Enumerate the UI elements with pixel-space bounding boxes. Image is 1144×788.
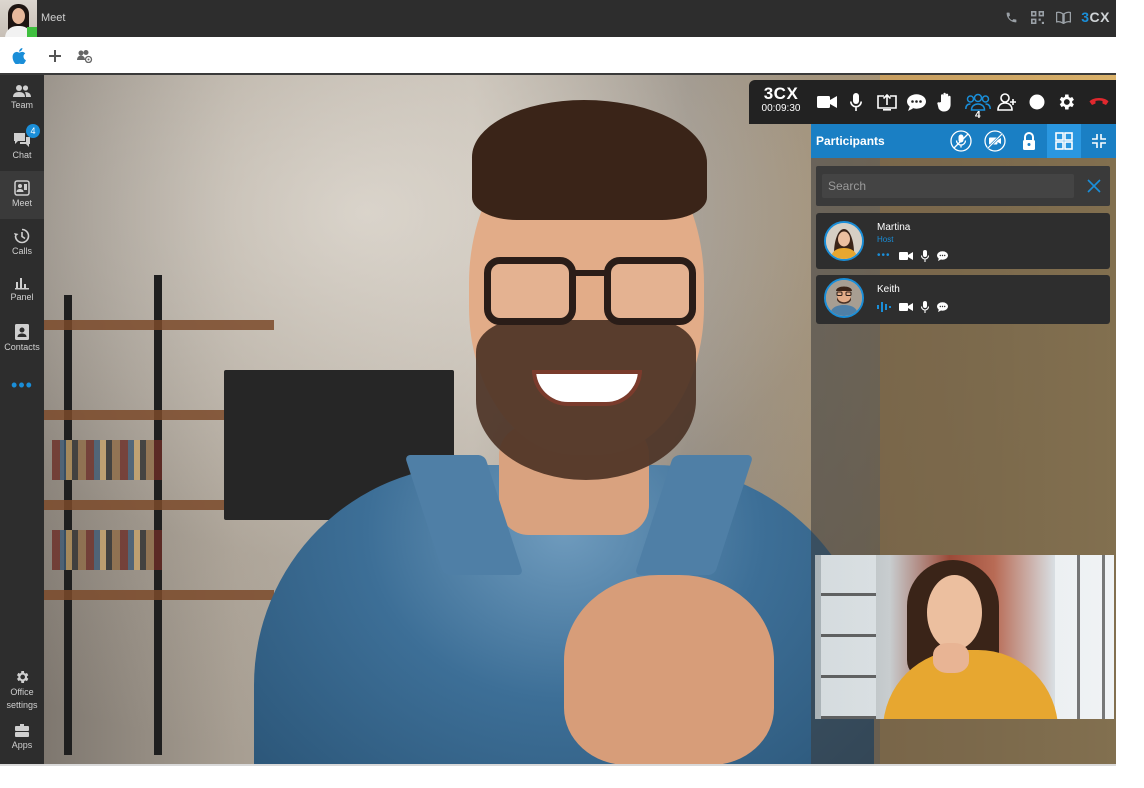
grid-view-icon (1055, 132, 1073, 150)
meeting-logo: 3CX 00:09:30 (759, 85, 803, 115)
chat-bubble-icon[interactable] (937, 302, 948, 312)
app-window: Meet 3CX Team 4 Chat Meet Calls Panel Co… (0, 0, 1116, 764)
microphone-icon (850, 93, 862, 111)
camera-icon (817, 96, 837, 108)
participant-avatar (824, 221, 864, 261)
participant-count: 4 (975, 110, 981, 121)
camera-icon[interactable] (898, 251, 913, 261)
plus-icon[interactable] (46, 47, 64, 65)
phone-icon[interactable] (1003, 9, 1019, 25)
apple-icon[interactable] (10, 47, 28, 65)
chat-unread-badge: 4 (26, 124, 40, 138)
settings-icon (1059, 94, 1074, 110)
sidebar-item-team[interactable]: Team (0, 75, 44, 123)
brand-logo: 3CX (1081, 9, 1110, 25)
add-participant-button[interactable] (996, 91, 1018, 113)
sidebar-item-apps[interactable]: Apps (0, 720, 44, 760)
sidebar-item-label: Panel (10, 292, 34, 302)
contact-card-icon (15, 324, 29, 340)
participants-icon (965, 93, 991, 111)
online-status-indicator (27, 27, 37, 37)
record-button[interactable] (1026, 91, 1048, 113)
close-icon (1087, 179, 1101, 193)
raise-hand-button[interactable] (935, 91, 957, 113)
microphone-icon[interactable] (920, 250, 929, 262)
title-bar: Meet 3CX (0, 0, 1116, 37)
clear-search-button[interactable] (1084, 176, 1104, 196)
lock-meeting-button[interactable] (1012, 124, 1046, 158)
chat-button[interactable] (905, 91, 927, 113)
share-screen-icon (877, 93, 897, 111)
more-options-button[interactable]: ••• (0, 376, 44, 394)
settings-button[interactable] (1055, 91, 1077, 113)
bar-chart-icon (15, 278, 29, 290)
sidebar-item-contacts[interactable]: Contacts (0, 315, 44, 363)
sidebar-item-label: Team (10, 100, 33, 110)
camera-off-icon (984, 130, 1006, 152)
speaking-indicator-icon (877, 302, 891, 312)
microphone-icon[interactable] (921, 301, 929, 313)
microphone-toggle-button[interactable] (845, 91, 867, 113)
sidebar-item-label: Office (10, 687, 34, 697)
lock-icon (1023, 132, 1035, 150)
left-sidebar: Team 4 Chat Meet Calls Panel Contacts ••… (0, 75, 44, 764)
sidebar-item-panel[interactable]: Panel (0, 267, 44, 315)
meeting-control-bar: 3CX 00:09:30 (749, 80, 1116, 124)
group-settings-icon[interactable] (76, 47, 94, 65)
disable-cameras-button[interactable] (978, 124, 1012, 158)
hang-up-icon (1089, 98, 1109, 105)
sidebar-item-label: Contacts (4, 342, 40, 352)
hang-up-button[interactable] (1088, 91, 1110, 113)
chat-bubble-icon (906, 93, 926, 111)
sidebar-item-office-settings[interactable]: Office settings (0, 665, 44, 715)
secondary-toolbar (0, 37, 1116, 75)
raise-hand-icon (937, 92, 951, 112)
history-icon (14, 228, 30, 244)
book-icon[interactable] (1055, 9, 1071, 25)
camera-toggle-button[interactable] (816, 91, 838, 113)
collapse-icon (1092, 134, 1106, 148)
meet-icon (14, 180, 30, 196)
self-view-video[interactable] (815, 555, 1114, 719)
sidebar-item-label: Meet (11, 198, 32, 208)
add-user-icon (997, 93, 1016, 111)
participant-search-box (816, 166, 1110, 206)
participant-item[interactable]: Martina Host ••• (816, 213, 1110, 269)
participant-name: Martina (877, 222, 911, 233)
sidebar-item-calls[interactable]: Calls (0, 219, 44, 267)
sidebar-item-label: settings (6, 700, 38, 710)
record-icon (1029, 94, 1045, 110)
team-icon (13, 85, 31, 97)
sidebar-item-chat[interactable]: 4 Chat (0, 123, 44, 171)
participant-search-input[interactable] (822, 174, 1074, 198)
user-avatar[interactable] (0, 0, 37, 37)
sidebar-item-label: Apps (11, 740, 33, 750)
collapse-panel-button[interactable] (1082, 124, 1116, 158)
sidebar-item-label: Chat (12, 150, 32, 160)
sidebar-item-meet[interactable]: Meet (0, 171, 44, 219)
panel-title: Participants (816, 134, 885, 148)
mute-all-button[interactable] (944, 124, 978, 158)
mute-all-icon (950, 130, 972, 152)
share-screen-button[interactable] (876, 91, 898, 113)
more-dots-icon[interactable]: ••• (877, 251, 891, 261)
grid-view-button[interactable] (1047, 124, 1081, 158)
sidebar-item-label: Calls (11, 246, 32, 256)
camera-icon[interactable] (899, 302, 913, 312)
participant-avatar (824, 278, 864, 318)
participant-role: Host (877, 235, 894, 244)
chat-bubble-icon[interactable] (936, 251, 948, 261)
participant-item[interactable]: Keith (816, 275, 1110, 324)
participant-name: Keith (877, 284, 900, 295)
qr-code-icon[interactable] (1029, 9, 1045, 25)
participants-panel-header: Participants (811, 124, 1116, 158)
apps-icon (15, 724, 29, 737)
app-title: Meet (41, 12, 66, 24)
bottom-edge (0, 764, 1116, 766)
meeting-timer: 00:09:30 (761, 103, 801, 114)
gear-icon (17, 671, 29, 683)
